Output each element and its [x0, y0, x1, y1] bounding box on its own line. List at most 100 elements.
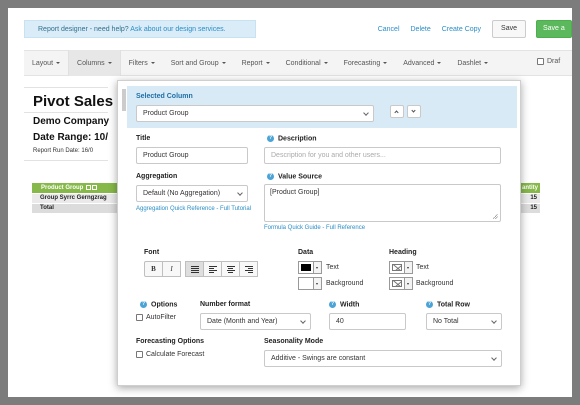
divider — [24, 160, 108, 161]
description-input[interactable]: Description for you and other users... — [264, 147, 501, 164]
font-label: Font — [144, 249, 160, 256]
help-banner: Report designer - need help? Ask about o… — [24, 20, 256, 38]
caret-down-icon[interactable] — [405, 261, 413, 274]
chevron-down-icon[interactable] — [491, 319, 498, 326]
align-right-button[interactable] — [239, 261, 258, 277]
align-left-icon — [208, 265, 217, 273]
heading-background-color-picker[interactable] — [389, 277, 413, 290]
caret-down-icon[interactable] — [314, 277, 322, 290]
checkbox-box[interactable] — [136, 351, 143, 358]
menu-layout[interactable]: Layout — [24, 50, 68, 76]
bold-button[interactable]: B — [144, 261, 163, 277]
total-row-label: ? Total Row — [426, 301, 470, 308]
menu-report[interactable]: Report — [234, 50, 278, 76]
pivot-total-label: Total — [40, 205, 54, 211]
description-label-text: Description — [278, 135, 317, 143]
color-fill — [301, 264, 311, 271]
color-swatch[interactable] — [389, 277, 405, 290]
heading-text-color-picker[interactable] — [389, 261, 413, 274]
no-color-icon — [392, 264, 402, 271]
report-company: Demo Company — [33, 116, 110, 127]
menu-filters[interactable]: Filters — [121, 50, 163, 76]
calculate-forecast-label: Calculate Forecast — [146, 351, 205, 358]
help-icon[interactable]: ? — [267, 135, 274, 142]
font-toolbar: B I — [144, 261, 258, 277]
help-icon[interactable]: ? — [140, 301, 147, 308]
title-input[interactable]: Product Group — [136, 147, 248, 164]
divider — [24, 87, 108, 88]
help-icon[interactable]: ? — [267, 173, 274, 180]
number-format-select[interactable]: Date (Month and Year) — [200, 313, 311, 330]
caret-down-icon — [437, 62, 442, 64]
data-background-color-picker[interactable] — [298, 277, 322, 290]
value-source-label-text: Value Source — [278, 173, 322, 181]
total-row-value: No Total — [433, 318, 459, 325]
chevron-down-icon — [237, 191, 244, 198]
total-row-label-text: Total Row — [437, 301, 470, 309]
report-title: Pivot Sales — [33, 93, 114, 110]
align-center-button[interactable] — [221, 261, 240, 277]
value-source-value: [Product Group] — [270, 189, 320, 196]
drag-handle[interactable] — [122, 89, 126, 111]
chevron-down-icon[interactable] — [491, 356, 498, 363]
seasonality-value: Additive - Swings are constant — [271, 355, 366, 362]
caret-down-icon — [323, 62, 328, 64]
move-column-down-button[interactable] — [407, 105, 421, 118]
move-column-up-button[interactable] — [390, 105, 404, 118]
cancel-link[interactable]: Cancel — [378, 26, 400, 33]
heading-text-label: Text — [416, 264, 429, 271]
delete-link[interactable]: Delete — [411, 26, 431, 33]
data-text-color-picker[interactable] — [298, 261, 322, 274]
justify-button[interactable] — [185, 261, 204, 277]
aggregation-value: Default (No Aggregation) — [143, 190, 221, 197]
caret-down-icon[interactable] — [314, 261, 322, 274]
design-services-link[interactable]: Ask about our design services. — [130, 26, 225, 33]
pivot-header-label: Product Group — [41, 185, 84, 191]
menu-dashlet[interactable]: Dashlet — [449, 50, 496, 76]
chevron-down-icon[interactable] — [300, 319, 307, 326]
width-input[interactable]: 40 — [329, 313, 406, 330]
aggregation-help-link[interactable]: Aggregation Quick Reference - Full Tutor… — [136, 206, 251, 212]
save-and-run-button[interactable]: Save a — [536, 20, 572, 38]
expand-icon[interactable] — [86, 184, 92, 190]
menu-label: Conditional — [285, 59, 321, 67]
create-copy-link[interactable]: Create Copy — [442, 26, 481, 33]
value-source-textarea[interactable]: [Product Group] — [264, 184, 501, 222]
width-label: ? Width — [329, 301, 359, 308]
draft-checkbox[interactable]: Draf — [537, 58, 560, 65]
menu-forecasting[interactable]: Forecasting — [336, 50, 396, 76]
align-left-button[interactable] — [203, 261, 222, 277]
caret-down-icon[interactable] — [405, 277, 413, 290]
collapse-icon[interactable] — [92, 184, 98, 190]
caret-down-icon — [383, 62, 388, 64]
aggregation-label: Aggregation — [136, 173, 178, 180]
menu-conditional[interactable]: Conditional — [278, 50, 336, 76]
total-row-select[interactable]: No Total — [426, 313, 502, 330]
selected-column-select[interactable]: Product Group — [136, 105, 374, 122]
aggregation-select[interactable]: Default (No Aggregation) — [136, 185, 248, 202]
menu-label: Columns — [77, 59, 105, 67]
report-date-range: Date Range: 10/ — [33, 132, 109, 143]
color-swatch[interactable] — [298, 277, 314, 290]
autofilter-checkbox[interactable]: AutoFilter — [136, 314, 176, 321]
color-swatch[interactable] — [298, 261, 314, 274]
save-button[interactable]: Save — [492, 20, 526, 38]
checkbox-box[interactable] — [136, 314, 143, 321]
menu-sort-and-group[interactable]: Sort and Group — [163, 50, 234, 76]
calculate-forecast-checkbox[interactable]: Calculate Forecast — [136, 351, 204, 358]
color-swatch[interactable] — [389, 261, 405, 274]
justify-icon — [190, 265, 199, 273]
italic-button[interactable]: I — [162, 261, 181, 277]
data-text-label: Text — [326, 264, 339, 271]
checkbox-box[interactable] — [537, 58, 544, 65]
formula-help-link[interactable]: Formula Quick Guide - Full Reference — [264, 225, 365, 231]
pivot-row[interactable]: Group Syrrc Gerngzrag — [32, 194, 120, 203]
column-settings-panel: Selected Column Product Group Title Prod… — [117, 80, 521, 386]
menu-advanced[interactable]: Advanced — [395, 50, 449, 76]
resize-grip-icon[interactable] — [493, 214, 498, 219]
seasonality-select[interactable]: Additive - Swings are constant — [264, 350, 502, 367]
help-icon[interactable]: ? — [426, 301, 433, 308]
pivot-column-header[interactable]: Product Group — [32, 183, 120, 193]
menu-columns[interactable]: Columns — [69, 50, 120, 76]
help-icon[interactable]: ? — [329, 301, 336, 308]
